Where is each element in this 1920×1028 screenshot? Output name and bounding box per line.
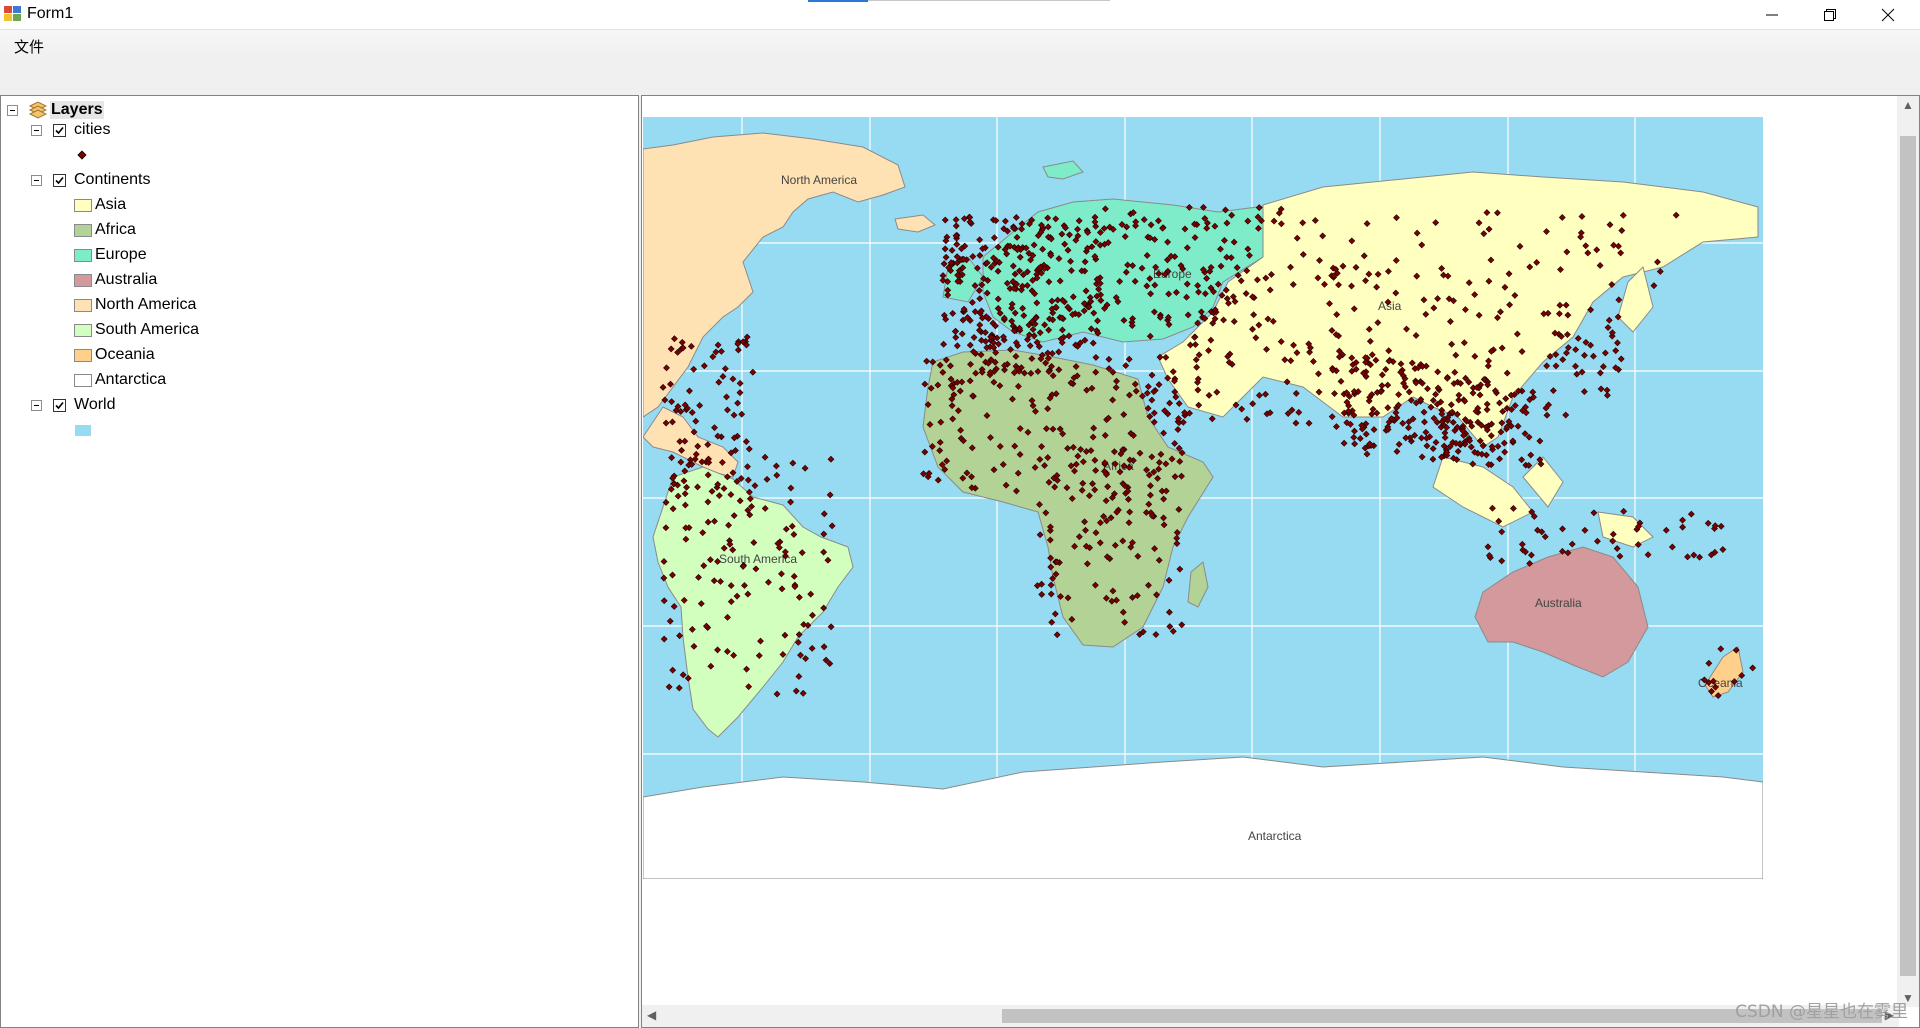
toc-root-row[interactable]: Layers — [7, 99, 104, 121]
close-button[interactable] — [1859, 0, 1917, 29]
legend-label: South America — [95, 321, 200, 338]
legend-item: North America — [74, 294, 196, 316]
window-title: Form1 — [27, 5, 74, 22]
city-point-symbol — [77, 150, 87, 160]
layer-checkbox-continents[interactable] — [53, 173, 66, 187]
legend-item: South America — [74, 319, 199, 341]
map-label-north-america: North America — [781, 173, 857, 187]
legend-item: Africa — [74, 219, 136, 241]
scroll-left-icon[interactable]: ◀ — [647, 1008, 656, 1022]
app-icon — [4, 6, 21, 21]
legend-label: Antarctica — [95, 371, 167, 388]
legend-swatch — [74, 373, 92, 387]
map-control[interactable]: North America Europe Asia Africa South A… — [641, 95, 1920, 1028]
legend-swatch — [74, 198, 92, 212]
legend-item: Europe — [74, 244, 147, 266]
legend-item: Asia — [74, 194, 126, 216]
layer-name[interactable]: World — [74, 396, 116, 414]
minimize-button[interactable] — [1743, 0, 1801, 29]
legend-swatch — [74, 273, 92, 287]
legend-world — [75, 419, 91, 441]
map-label-australia: Australia — [1535, 596, 1582, 610]
checkmark-icon — [55, 176, 64, 184]
title-bar: Form1 — [0, 0, 1920, 29]
menu-bar: 文件 — [0, 29, 1920, 60]
layer-name[interactable]: Continents — [74, 171, 151, 189]
collapse-icon[interactable] — [7, 104, 18, 116]
map-label-antarctica: Antarctica — [1248, 829, 1302, 843]
restore-icon — [1824, 8, 1836, 21]
toc-layer-cities[interactable]: cities — [31, 119, 110, 141]
scroll-up-icon[interactable]: ▲ — [1902, 98, 1914, 112]
toolbar-area — [0, 60, 1920, 96]
vertical-scrollbar[interactable]: ▲ ▼ — [1897, 96, 1919, 1007]
minimize-icon — [1766, 14, 1778, 15]
legend-label: Asia — [95, 196, 127, 213]
legend-label: Oceania — [95, 346, 155, 363]
legend-swatch — [74, 298, 92, 312]
legend-item: Oceania — [74, 344, 155, 366]
legend-item: Antarctica — [74, 369, 166, 391]
checkmark-icon — [55, 401, 64, 409]
toc-layer-continents[interactable]: Continents — [31, 169, 151, 191]
legend-label: North America — [95, 296, 197, 313]
legend-label: Australia — [95, 271, 158, 288]
toc-control[interactable]: Layers cities Continents Asia Africa Eur… — [0, 95, 639, 1028]
toc-layer-world[interactable]: World — [31, 394, 116, 416]
layer-name[interactable]: cities — [74, 121, 110, 139]
legend-item: Australia — [74, 269, 157, 291]
title-accent — [808, 0, 868, 2]
collapse-icon[interactable] — [31, 174, 42, 186]
collapse-icon[interactable] — [31, 399, 42, 411]
restore-button[interactable] — [1801, 0, 1859, 29]
checkmark-icon — [55, 126, 64, 134]
layer-checkbox-cities[interactable] — [53, 123, 66, 137]
layer-checkbox-world[interactable] — [53, 398, 66, 412]
legend-swatch — [74, 223, 92, 237]
map-canvas[interactable]: North America Europe Asia Africa South A… — [643, 117, 1763, 879]
legend-cities — [77, 144, 87, 166]
close-icon — [1881, 8, 1895, 21]
collapse-icon[interactable] — [31, 124, 42, 136]
watermark: CSDN @星星也在雾里 — [1735, 1002, 1908, 1022]
title-accent-line — [868, 0, 1110, 1]
legend-swatch — [74, 248, 92, 262]
vertical-scroll-thumb[interactable] — [1900, 136, 1916, 976]
toc-root-label[interactable]: Layers — [50, 101, 104, 119]
menu-file[interactable]: 文件 — [14, 36, 44, 57]
legend-swatch — [74, 348, 92, 362]
legend-swatch — [74, 323, 92, 337]
legend-label: Europe — [95, 246, 147, 263]
layers-icon — [28, 101, 47, 119]
legend-label: Africa — [95, 221, 136, 238]
horizontal-scrollbar[interactable]: ◀ ▶ — [642, 1005, 1899, 1027]
legend-swatch — [75, 424, 91, 436]
